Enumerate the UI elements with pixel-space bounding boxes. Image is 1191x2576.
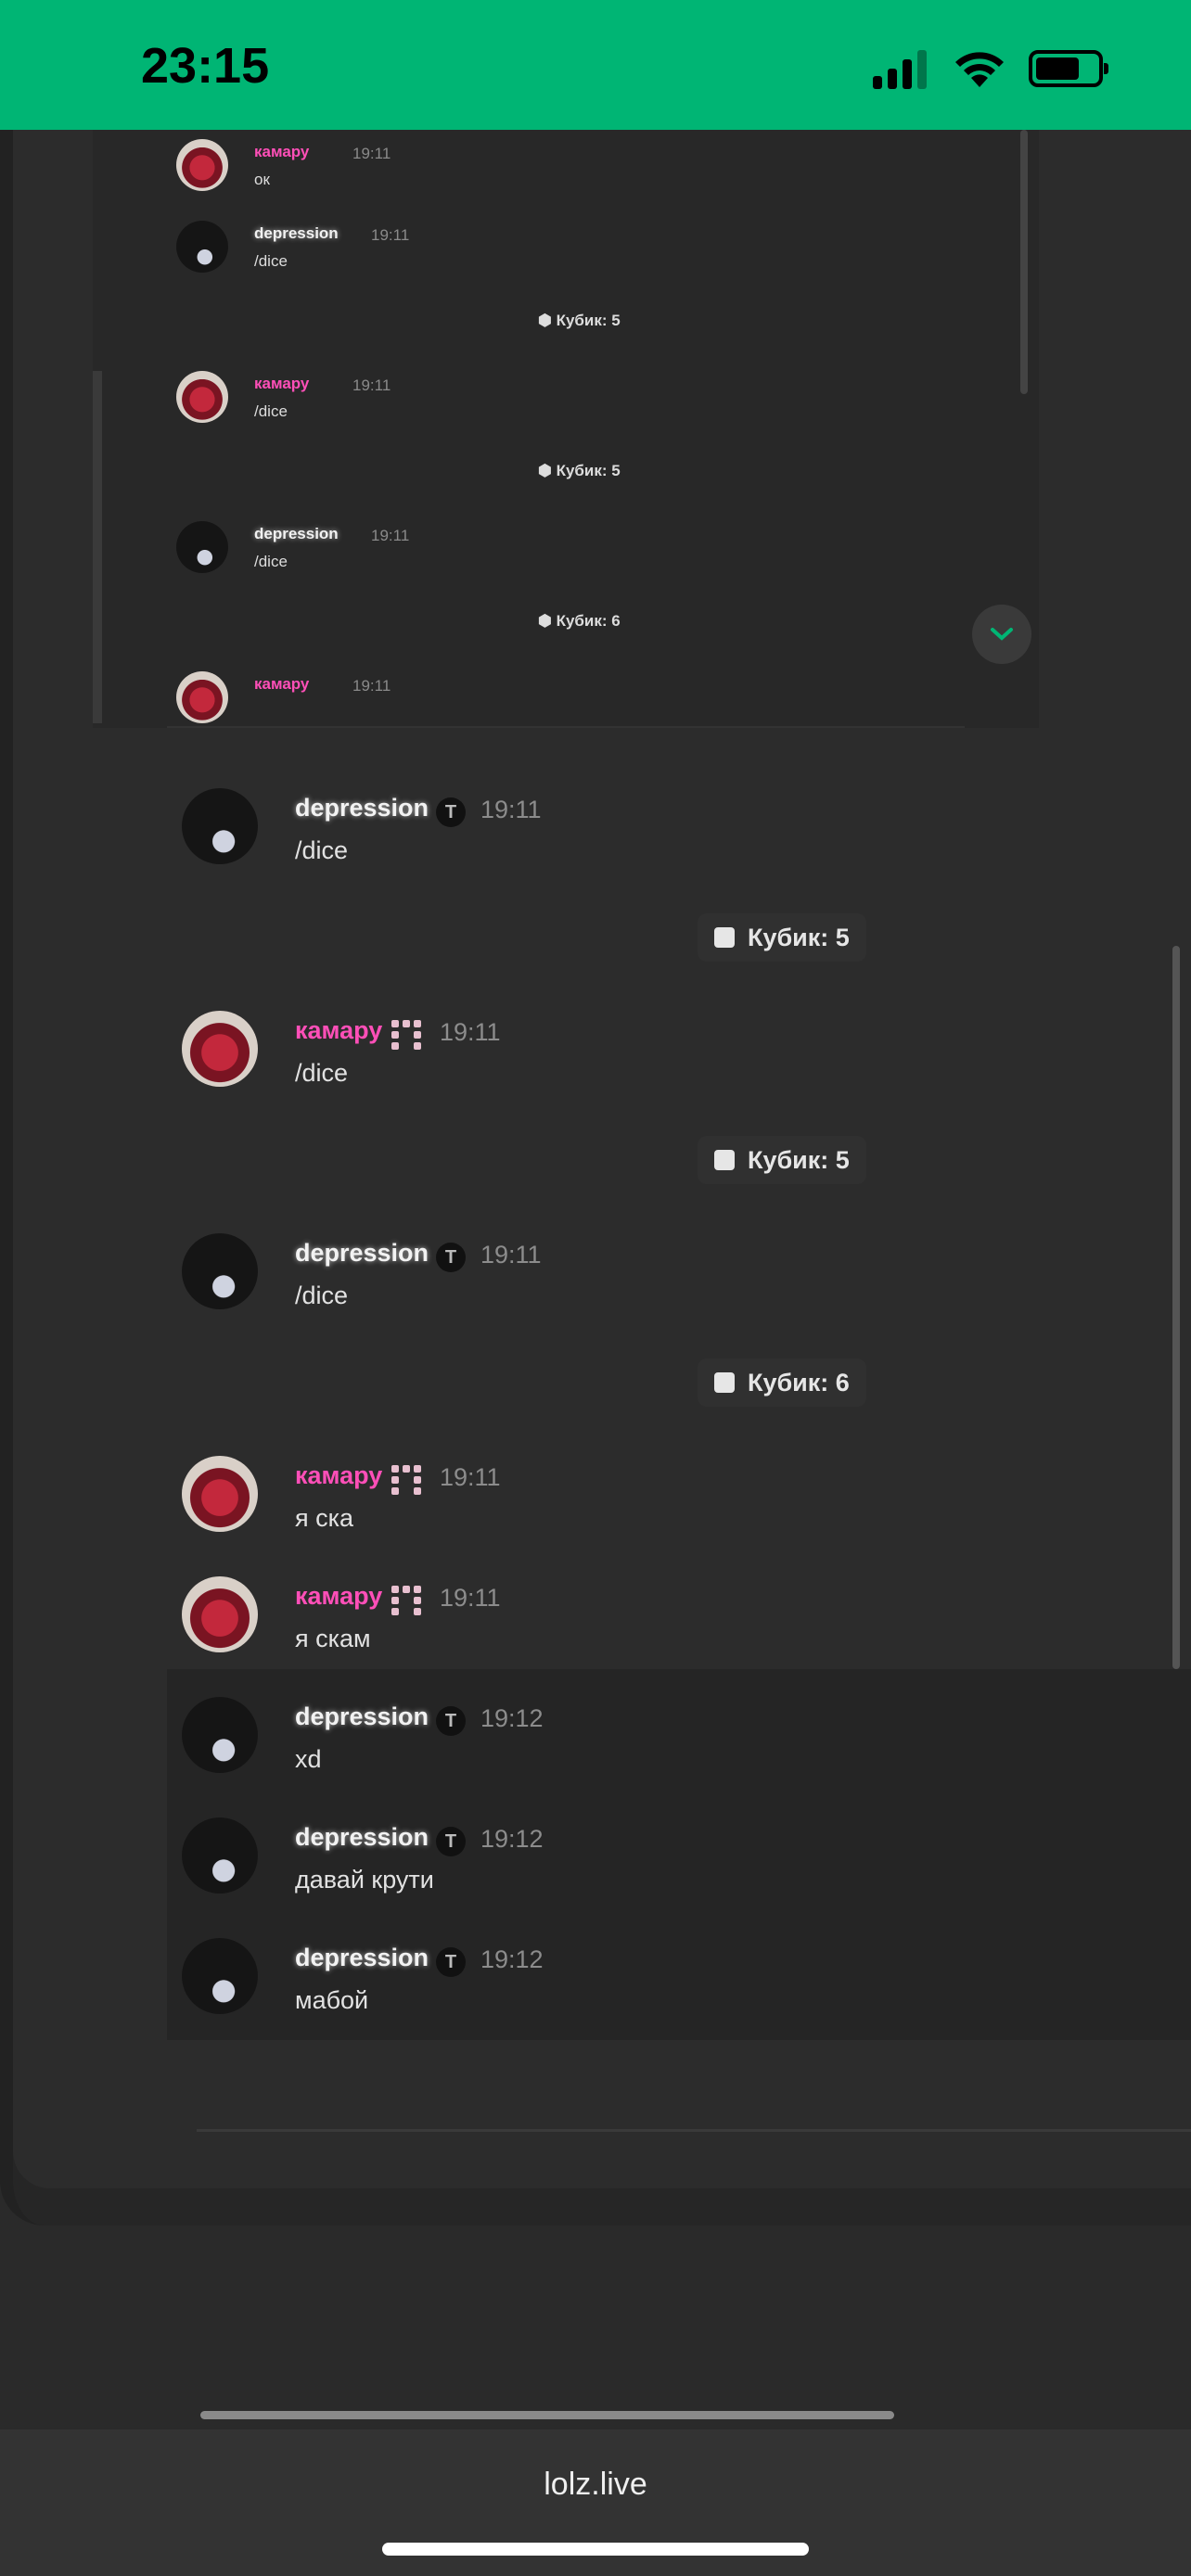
avatar[interactable] bbox=[182, 788, 258, 864]
mini-chat-preview: камару 19:11 ок depression 19:11 /dice ⬢… bbox=[93, 130, 1039, 728]
message-time: 19:11 bbox=[440, 1584, 501, 1612]
avatar[interactable] bbox=[176, 671, 228, 723]
avatar[interactable] bbox=[176, 139, 228, 191]
page: камару 19:11 ок depression 19:11 /dice ⬢… bbox=[0, 130, 1191, 2429]
avatar[interactable] bbox=[176, 371, 228, 423]
mini-time: 19:11 bbox=[352, 145, 391, 162]
badge-t-icon: T bbox=[436, 1827, 466, 1856]
message-time: 19:11 bbox=[440, 1018, 501, 1046]
mini-text: /dice bbox=[254, 553, 288, 570]
avatar[interactable] bbox=[182, 1697, 258, 1773]
message-time: 19:12 bbox=[480, 1825, 544, 1853]
mini-dice-result: ⬢ Кубик: 5 bbox=[538, 462, 621, 479]
chat-input-divider bbox=[197, 2129, 1191, 2132]
wifi-icon bbox=[955, 52, 1004, 87]
username[interactable]: камару bbox=[295, 1016, 382, 1045]
avatar[interactable] bbox=[182, 1233, 258, 1309]
mini-username[interactable]: depression bbox=[254, 224, 339, 243]
username[interactable]: depression bbox=[295, 1823, 429, 1852]
mini-time: 19:11 bbox=[352, 376, 391, 394]
pixel-badge-icon bbox=[391, 1020, 423, 1052]
mini-time: 19:11 bbox=[352, 677, 391, 695]
mini-username[interactable]: камару bbox=[254, 375, 309, 393]
message-text: давай крути bbox=[295, 1866, 434, 1894]
message-text: я скам bbox=[295, 1625, 371, 1652]
message-text: мабой bbox=[295, 1986, 369, 2014]
browser-bar: lolz.live bbox=[0, 2429, 1191, 2576]
dice-icon bbox=[714, 1372, 735, 1393]
message-time: 19:12 bbox=[480, 1945, 544, 1973]
home-indicator[interactable] bbox=[382, 2543, 809, 2556]
battery-icon bbox=[1029, 50, 1108, 87]
dice-result: Кубик: 6 bbox=[698, 1358, 866, 1407]
mini-text: /dice bbox=[254, 402, 288, 420]
message-time: 19:12 bbox=[480, 1704, 544, 1732]
dice-icon bbox=[714, 1150, 735, 1170]
username[interactable]: камару bbox=[295, 1582, 382, 1611]
status-icons bbox=[873, 48, 1108, 89]
chevron-down-icon bbox=[991, 628, 1013, 641]
message-text: xd bbox=[295, 1745, 322, 1773]
avatar[interactable] bbox=[176, 221, 228, 273]
pixel-badge-icon bbox=[391, 1586, 423, 1617]
message-text: /dice bbox=[295, 836, 349, 864]
message-text: я ска bbox=[295, 1504, 354, 1532]
scroll-down-button[interactable] bbox=[972, 605, 1031, 664]
avatar[interactable] bbox=[182, 1456, 258, 1532]
message-time: 19:11 bbox=[440, 1463, 501, 1491]
message-time: 19:11 bbox=[480, 1241, 542, 1269]
mini-username[interactable]: depression bbox=[254, 525, 339, 543]
dice-icon bbox=[714, 927, 735, 948]
mini-dice-result: ⬢ Кубик: 6 bbox=[538, 612, 621, 630]
mini-time: 19:11 bbox=[371, 226, 410, 244]
badge-t-icon: T bbox=[436, 1947, 466, 1977]
avatar[interactable] bbox=[176, 521, 228, 573]
dice-result: Кубик: 5 bbox=[698, 913, 866, 962]
page-scroll-indicator bbox=[200, 2411, 894, 2419]
mini-text: ок bbox=[254, 171, 270, 188]
mini-username[interactable]: камару bbox=[254, 143, 309, 161]
message-time: 19:11 bbox=[480, 796, 542, 823]
avatar[interactable] bbox=[182, 1938, 258, 2014]
dice-result: Кубик: 5 bbox=[698, 1136, 866, 1184]
status-time: 23:15 bbox=[141, 38, 270, 94]
username[interactable]: depression bbox=[295, 1239, 429, 1268]
status-bar: 23:15 bbox=[0, 0, 1191, 130]
badge-t-icon: T bbox=[436, 797, 466, 827]
badge-t-icon: T bbox=[436, 1243, 466, 1272]
username[interactable]: depression bbox=[295, 1702, 429, 1731]
mini-divider bbox=[167, 726, 965, 728]
pixel-badge-icon bbox=[391, 1465, 423, 1497]
mini-dice-result: ⬢ Кубик: 5 bbox=[538, 312, 621, 329]
chat-scrollbar[interactable] bbox=[1172, 946, 1180, 1669]
message-text: /dice bbox=[295, 1282, 349, 1309]
avatar[interactable] bbox=[182, 1011, 258, 1087]
username[interactable]: depression bbox=[295, 794, 429, 823]
badge-t-icon: T bbox=[436, 1706, 466, 1736]
avatar[interactable] bbox=[182, 1576, 258, 1652]
mini-time: 19:11 bbox=[371, 527, 410, 544]
username[interactable]: камару bbox=[295, 1461, 382, 1490]
avatar[interactable] bbox=[182, 1817, 258, 1894]
signal-icon bbox=[873, 48, 927, 89]
mini-left-bar bbox=[93, 371, 102, 723]
mini-scrollbar[interactable] bbox=[1020, 130, 1028, 394]
username[interactable]: depression bbox=[295, 1944, 429, 1972]
mini-text: /dice bbox=[254, 252, 288, 270]
message-text: /dice bbox=[295, 1059, 349, 1087]
mini-username[interactable]: камару bbox=[254, 675, 309, 694]
url-field[interactable]: lolz.live bbox=[0, 2467, 1191, 2503]
